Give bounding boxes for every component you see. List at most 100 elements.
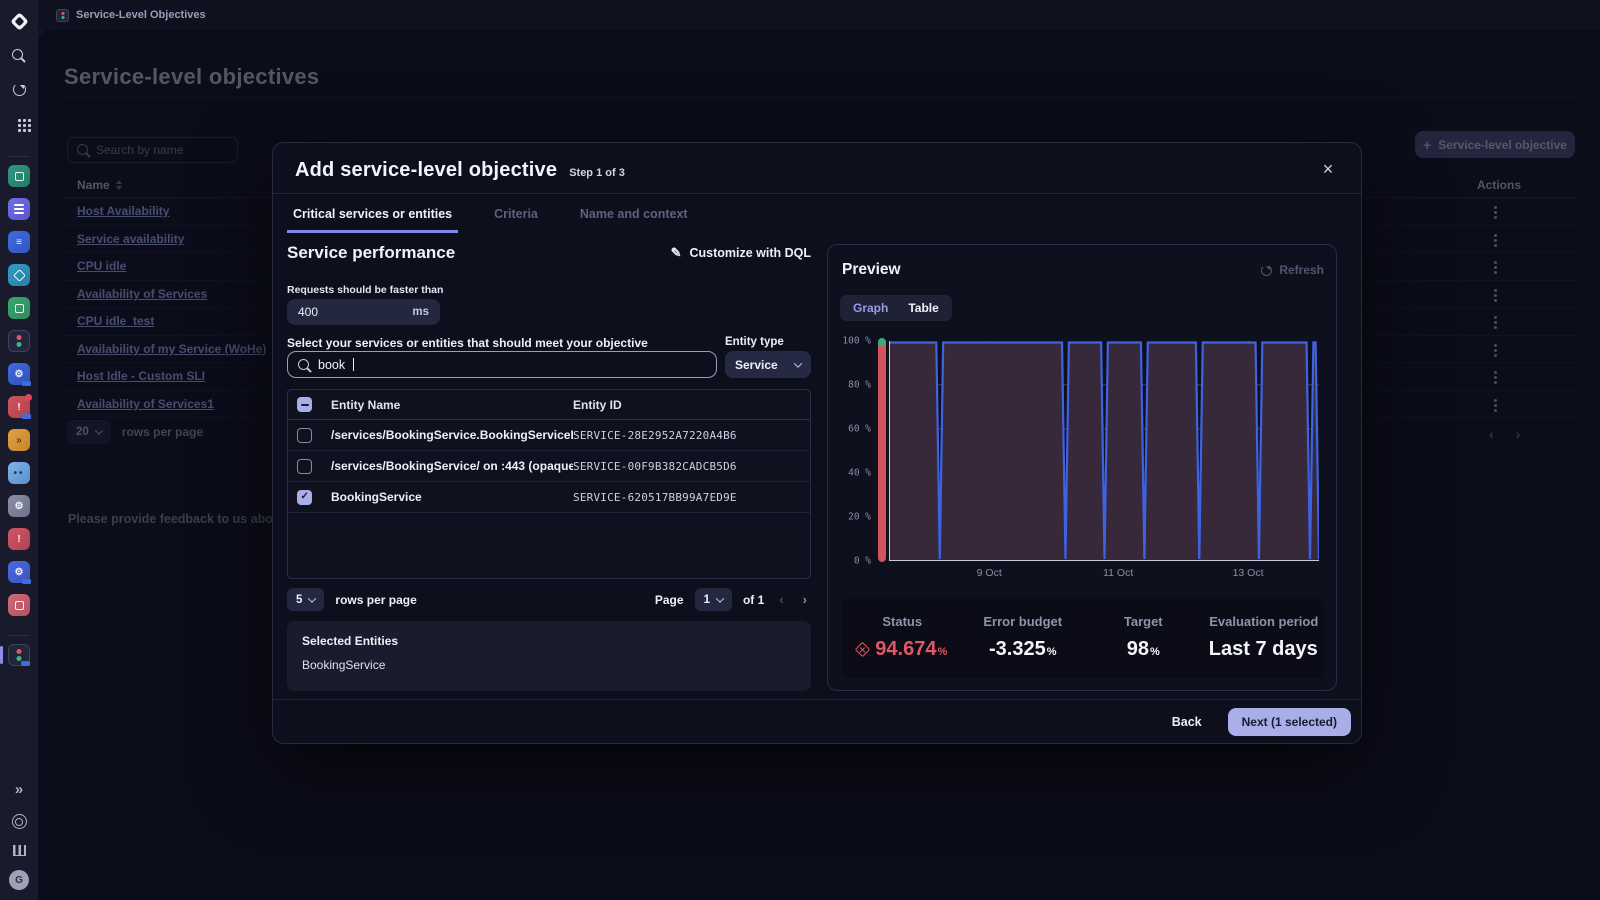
- new-badge: [22, 414, 31, 419]
- chart-y-axis: 0 %20 %40 %60 %80 %100 %: [828, 341, 880, 561]
- preview-panel: Preview Refresh Graph Table 0 %20 %40 %6…: [827, 244, 1337, 691]
- sidebar-divider: [8, 156, 30, 157]
- search-icon[interactable]: [9, 46, 29, 66]
- app-grid-icon[interactable]: [9, 114, 29, 134]
- problems-app-icon[interactable]: !: [8, 396, 30, 418]
- new-badge: [22, 381, 31, 386]
- selected-entity-item: BookingService: [302, 658, 796, 672]
- smartscape-app-icon[interactable]: [8, 165, 30, 187]
- chevron-down-icon: [716, 594, 724, 602]
- y-tick-label: 20 %: [848, 512, 871, 523]
- rows-per-page-select[interactable]: 5: [287, 588, 324, 611]
- hub-app-icon[interactable]: ⚙: [8, 561, 30, 583]
- header-divider: [273, 193, 1361, 194]
- threshold-input[interactable]: 400 ms: [287, 299, 440, 325]
- sidebar-item-slo-active[interactable]: [8, 644, 30, 666]
- slo-app-icon[interactable]: [8, 330, 30, 352]
- col-entity-id: Entity ID: [573, 398, 810, 412]
- x-tick-label: 9 Oct: [977, 567, 1002, 579]
- threshold-value: 400: [298, 305, 318, 319]
- y-tick-label: 0 %: [854, 556, 871, 567]
- threshold-unit: ms: [412, 306, 429, 318]
- chevron-down-icon: [308, 594, 316, 602]
- next-page-icon[interactable]: ›: [799, 592, 811, 607]
- add-slo-modal: Add service-level objective Step 1 of 3 …: [272, 142, 1362, 744]
- recent-history-icon[interactable]: [9, 80, 29, 100]
- extensions-app-icon[interactable]: ⚙: [8, 363, 30, 385]
- critical-status-icon: [855, 642, 871, 658]
- chart-x-axis: 9 Oct11 Oct13 Oct: [889, 567, 1319, 581]
- refresh-button[interactable]: Refresh: [1261, 263, 1324, 277]
- metric-error-budget: Error budget -3.325%: [963, 597, 1084, 678]
- wizard-tabs: Critical services or entities Criteria N…: [287, 205, 694, 233]
- slo-threshold-bar: [878, 338, 886, 562]
- refresh-icon: [1261, 265, 1272, 276]
- sidebar-divider: [8, 635, 30, 636]
- notification-dot: [25, 394, 32, 401]
- topbar: Service-Level Objectives: [38, 0, 1600, 30]
- tab-criteria[interactable]: Criteria: [488, 205, 544, 233]
- new-badge: [21, 661, 30, 666]
- preview-title: Preview: [842, 261, 901, 279]
- metric-evaluation-period: Evaluation period Last 7 days: [1204, 597, 1325, 678]
- entity-table: Entity Name Entity ID /services/BookingS…: [287, 389, 811, 579]
- incidents-app-icon[interactable]: !: [8, 528, 30, 550]
- y-tick-label: 100 %: [842, 336, 871, 347]
- next-button[interactable]: Next (1 selected): [1228, 708, 1351, 736]
- select-all-checkbox[interactable]: [297, 397, 312, 412]
- kubernetes-app-icon[interactable]: [8, 264, 30, 286]
- chevron-down-icon: [794, 359, 802, 367]
- slo-tab-icon: [56, 9, 69, 22]
- pencil-icon: ✎: [671, 245, 682, 261]
- page-select[interactable]: 1: [695, 588, 732, 611]
- entity-row[interactable]: /services/BookingService/ on :443 (opaqu…: [288, 451, 810, 482]
- tab-critical-services[interactable]: Critical services or entities: [287, 205, 458, 233]
- page-label: Page: [655, 593, 684, 607]
- close-icon[interactable]: ×: [1315, 156, 1341, 182]
- notebooks-app-icon[interactable]: [8, 594, 30, 616]
- workflows-app-icon[interactable]: »: [8, 429, 30, 451]
- search-icon: [298, 359, 310, 371]
- infrastructure-app-icon[interactable]: [8, 297, 30, 319]
- row-checkbox[interactable]: [297, 490, 312, 505]
- settings-gear-app-icon[interactable]: ⚙: [8, 495, 30, 517]
- prev-page-icon[interactable]: ‹: [775, 592, 787, 607]
- selected-entities-box: Selected Entities BookingService: [287, 621, 811, 691]
- dynatrace-logo-icon[interactable]: [9, 12, 29, 32]
- slo-chart-svg: [890, 341, 1319, 560]
- modal-title: Add service-level objective: [295, 159, 557, 182]
- y-tick-label: 80 %: [848, 380, 871, 391]
- user-avatar[interactable]: G: [9, 870, 29, 890]
- entity-type-select[interactable]: Service: [725, 351, 811, 378]
- back-button[interactable]: Back: [1172, 715, 1202, 729]
- tab-label: Service-Level Objectives: [76, 9, 206, 21]
- entity-table-pagination: 5 rows per page Page 1 of 1 ‹ ›: [287, 588, 811, 611]
- of-label: of 1: [743, 593, 764, 607]
- settings-sliders-app-icon[interactable]: ≡: [8, 231, 30, 253]
- metric-status: Status 94.674%: [842, 597, 963, 678]
- entity-row[interactable]: /services/BookingService.BookingServiceH…: [288, 420, 810, 451]
- help-icon[interactable]: [12, 814, 27, 829]
- active-indicator: [0, 646, 3, 664]
- customize-with-dql-link[interactable]: ✎ Customize with DQL: [671, 245, 811, 261]
- entity-row[interactable]: BookingService SERVICE-620517BB99A7ED9E: [288, 482, 810, 513]
- tab-service-level-objectives[interactable]: Service-Level Objectives: [48, 4, 214, 26]
- row-checkbox[interactable]: [297, 459, 312, 474]
- slo-app-icon-active[interactable]: [8, 644, 30, 666]
- x-tick-label: 13 Oct: [1233, 567, 1264, 579]
- threshold-label: Requests should be faster than: [287, 284, 443, 296]
- usage-chart-icon[interactable]: [13, 845, 26, 856]
- tab-graph[interactable]: Graph: [843, 298, 898, 318]
- entity-search-input[interactable]: book: [287, 351, 717, 378]
- tab-table[interactable]: Table: [898, 298, 948, 318]
- tab-name-and-context[interactable]: Name and context: [574, 205, 694, 233]
- expand-sidebar-icon[interactable]: »: [15, 781, 23, 798]
- row-checkbox[interactable]: [297, 428, 312, 443]
- metric-target: Target 98%: [1083, 597, 1204, 678]
- y-tick-label: 40 %: [848, 468, 871, 479]
- slo-chart-plot: [889, 341, 1319, 561]
- slo-metrics-strip: Status 94.674% Error budget -3.325% Targ…: [842, 597, 1324, 678]
- davis-assistant-app-icon[interactable]: ••: [8, 462, 30, 484]
- services-app-icon[interactable]: [8, 198, 30, 220]
- selected-entities-title: Selected Entities: [302, 634, 796, 648]
